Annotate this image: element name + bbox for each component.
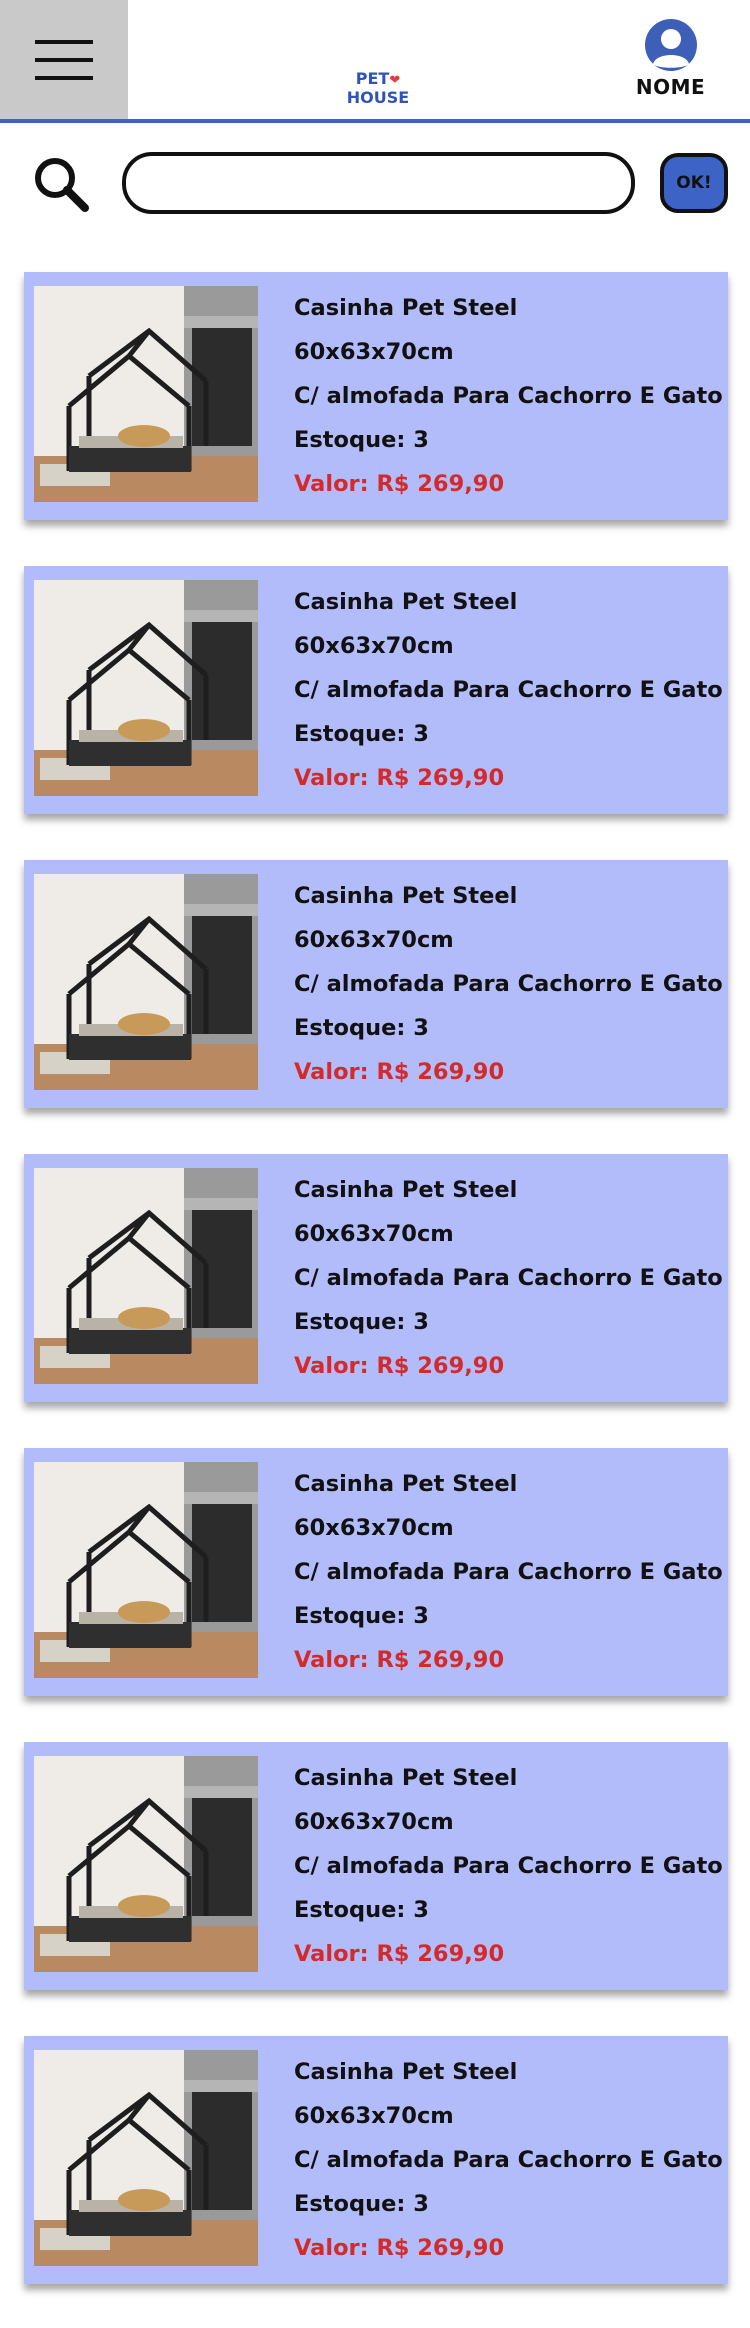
product-info: Casinha Pet Steel 60x63x70cm C/ almofada…	[294, 1462, 724, 1682]
product-title: Casinha Pet Steel	[294, 1177, 518, 1203]
search-icon[interactable]	[31, 154, 91, 214]
product-title: Casinha Pet Steel	[294, 2059, 518, 2085]
product-stock: Estoque: 3	[294, 1015, 429, 1041]
product-stock: Estoque: 3	[294, 1603, 429, 1629]
product-description: C/ almofada Para Cachorro E Gato	[294, 2147, 723, 2173]
product-card[interactable]: Casinha Pet Steel 60x63x70cm C/ almofada…	[24, 2036, 728, 2284]
product-size: 60x63x70cm	[294, 2103, 454, 2129]
product-price: Valor: R$ 269,90	[294, 2235, 505, 2261]
pet-house-image	[34, 580, 258, 796]
search-input[interactable]	[122, 152, 635, 214]
logo-text-line2: HOUSE	[346, 88, 410, 107]
product-card[interactable]: Casinha Pet Steel 60x63x70cm C/ almofada…	[24, 860, 728, 1108]
product-list: Casinha Pet Steel 60x63x70cm C/ almofada…	[24, 272, 728, 2328]
product-price: Valor: R$ 269,90	[294, 1353, 505, 1379]
product-info: Casinha Pet Steel 60x63x70cm C/ almofada…	[294, 874, 724, 1094]
user-name: NOME	[635, 75, 706, 99]
product-description: C/ almofada Para Cachorro E Gato	[294, 1853, 723, 1879]
product-price: Valor: R$ 269,90	[294, 471, 505, 497]
pet-house-image	[34, 2050, 258, 2266]
hamburger-menu-button[interactable]	[0, 0, 128, 119]
product-description: C/ almofada Para Cachorro E Gato	[294, 677, 723, 703]
product-card[interactable]: Casinha Pet Steel 60x63x70cm C/ almofada…	[24, 1448, 728, 1696]
product-info: Casinha Pet Steel 60x63x70cm C/ almofada…	[294, 580, 724, 800]
product-title: Casinha Pet Steel	[294, 589, 518, 615]
product-price: Valor: R$ 269,90	[294, 1941, 505, 1967]
product-title: Casinha Pet Steel	[294, 883, 518, 909]
pet-house-image	[34, 1168, 258, 1384]
product-card[interactable]: Casinha Pet Steel 60x63x70cm C/ almofada…	[24, 1154, 728, 1402]
product-stock: Estoque: 3	[294, 1309, 429, 1335]
product-size: 60x63x70cm	[294, 1221, 454, 1247]
logo-text-line1: PET	[355, 69, 390, 88]
app-header: PET❤ HOUSE NOME	[0, 0, 750, 123]
product-price: Valor: R$ 269,90	[294, 765, 505, 791]
product-stock: Estoque: 3	[294, 2191, 429, 2217]
product-size: 60x63x70cm	[294, 1809, 454, 1835]
paw-icon: ❤	[389, 73, 401, 88]
product-description: C/ almofada Para Cachorro E Gato	[294, 1265, 723, 1291]
pet-house-image	[34, 1462, 258, 1678]
product-card[interactable]: Casinha Pet Steel 60x63x70cm C/ almofada…	[24, 272, 728, 520]
product-description: C/ almofada Para Cachorro E Gato	[294, 1559, 723, 1585]
user-avatar-icon	[644, 19, 697, 71]
product-price: Valor: R$ 269,90	[294, 1059, 505, 1085]
product-description: C/ almofada Para Cachorro E Gato	[294, 383, 723, 409]
menu-bar	[35, 57, 93, 62]
product-info: Casinha Pet Steel 60x63x70cm C/ almofada…	[294, 1756, 724, 1976]
product-info: Casinha Pet Steel 60x63x70cm C/ almofada…	[294, 286, 724, 506]
product-title: Casinha Pet Steel	[294, 295, 518, 321]
product-card[interactable]: Casinha Pet Steel 60x63x70cm C/ almofada…	[24, 566, 728, 814]
search-ok-button[interactable]: OK!	[660, 153, 728, 213]
menu-bar	[35, 39, 93, 44]
product-stock: Estoque: 3	[294, 721, 429, 747]
product-card[interactable]: Casinha Pet Steel 60x63x70cm C/ almofada…	[24, 1742, 728, 1990]
product-size: 60x63x70cm	[294, 927, 454, 953]
product-stock: Estoque: 3	[294, 1897, 429, 1923]
product-title: Casinha Pet Steel	[294, 1471, 518, 1497]
product-description: C/ almofada Para Cachorro E Gato	[294, 971, 723, 997]
product-stock: Estoque: 3	[294, 427, 429, 453]
pet-house-image	[34, 874, 258, 1090]
product-size: 60x63x70cm	[294, 1515, 454, 1541]
pet-house-image	[34, 1756, 258, 1972]
search-bar: OK!	[0, 150, 750, 216]
product-info: Casinha Pet Steel 60x63x70cm C/ almofada…	[294, 1168, 724, 1388]
pet-house-logo[interactable]: PET❤ HOUSE	[330, 70, 426, 106]
user-profile-button[interactable]: NOME	[613, 18, 728, 99]
product-title: Casinha Pet Steel	[294, 1765, 518, 1791]
menu-bar	[35, 75, 93, 80]
product-size: 60x63x70cm	[294, 339, 454, 365]
pet-house-image	[34, 286, 258, 502]
product-size: 60x63x70cm	[294, 633, 454, 659]
product-info: Casinha Pet Steel 60x63x70cm C/ almofada…	[294, 2050, 724, 2270]
product-price: Valor: R$ 269,90	[294, 1647, 505, 1673]
